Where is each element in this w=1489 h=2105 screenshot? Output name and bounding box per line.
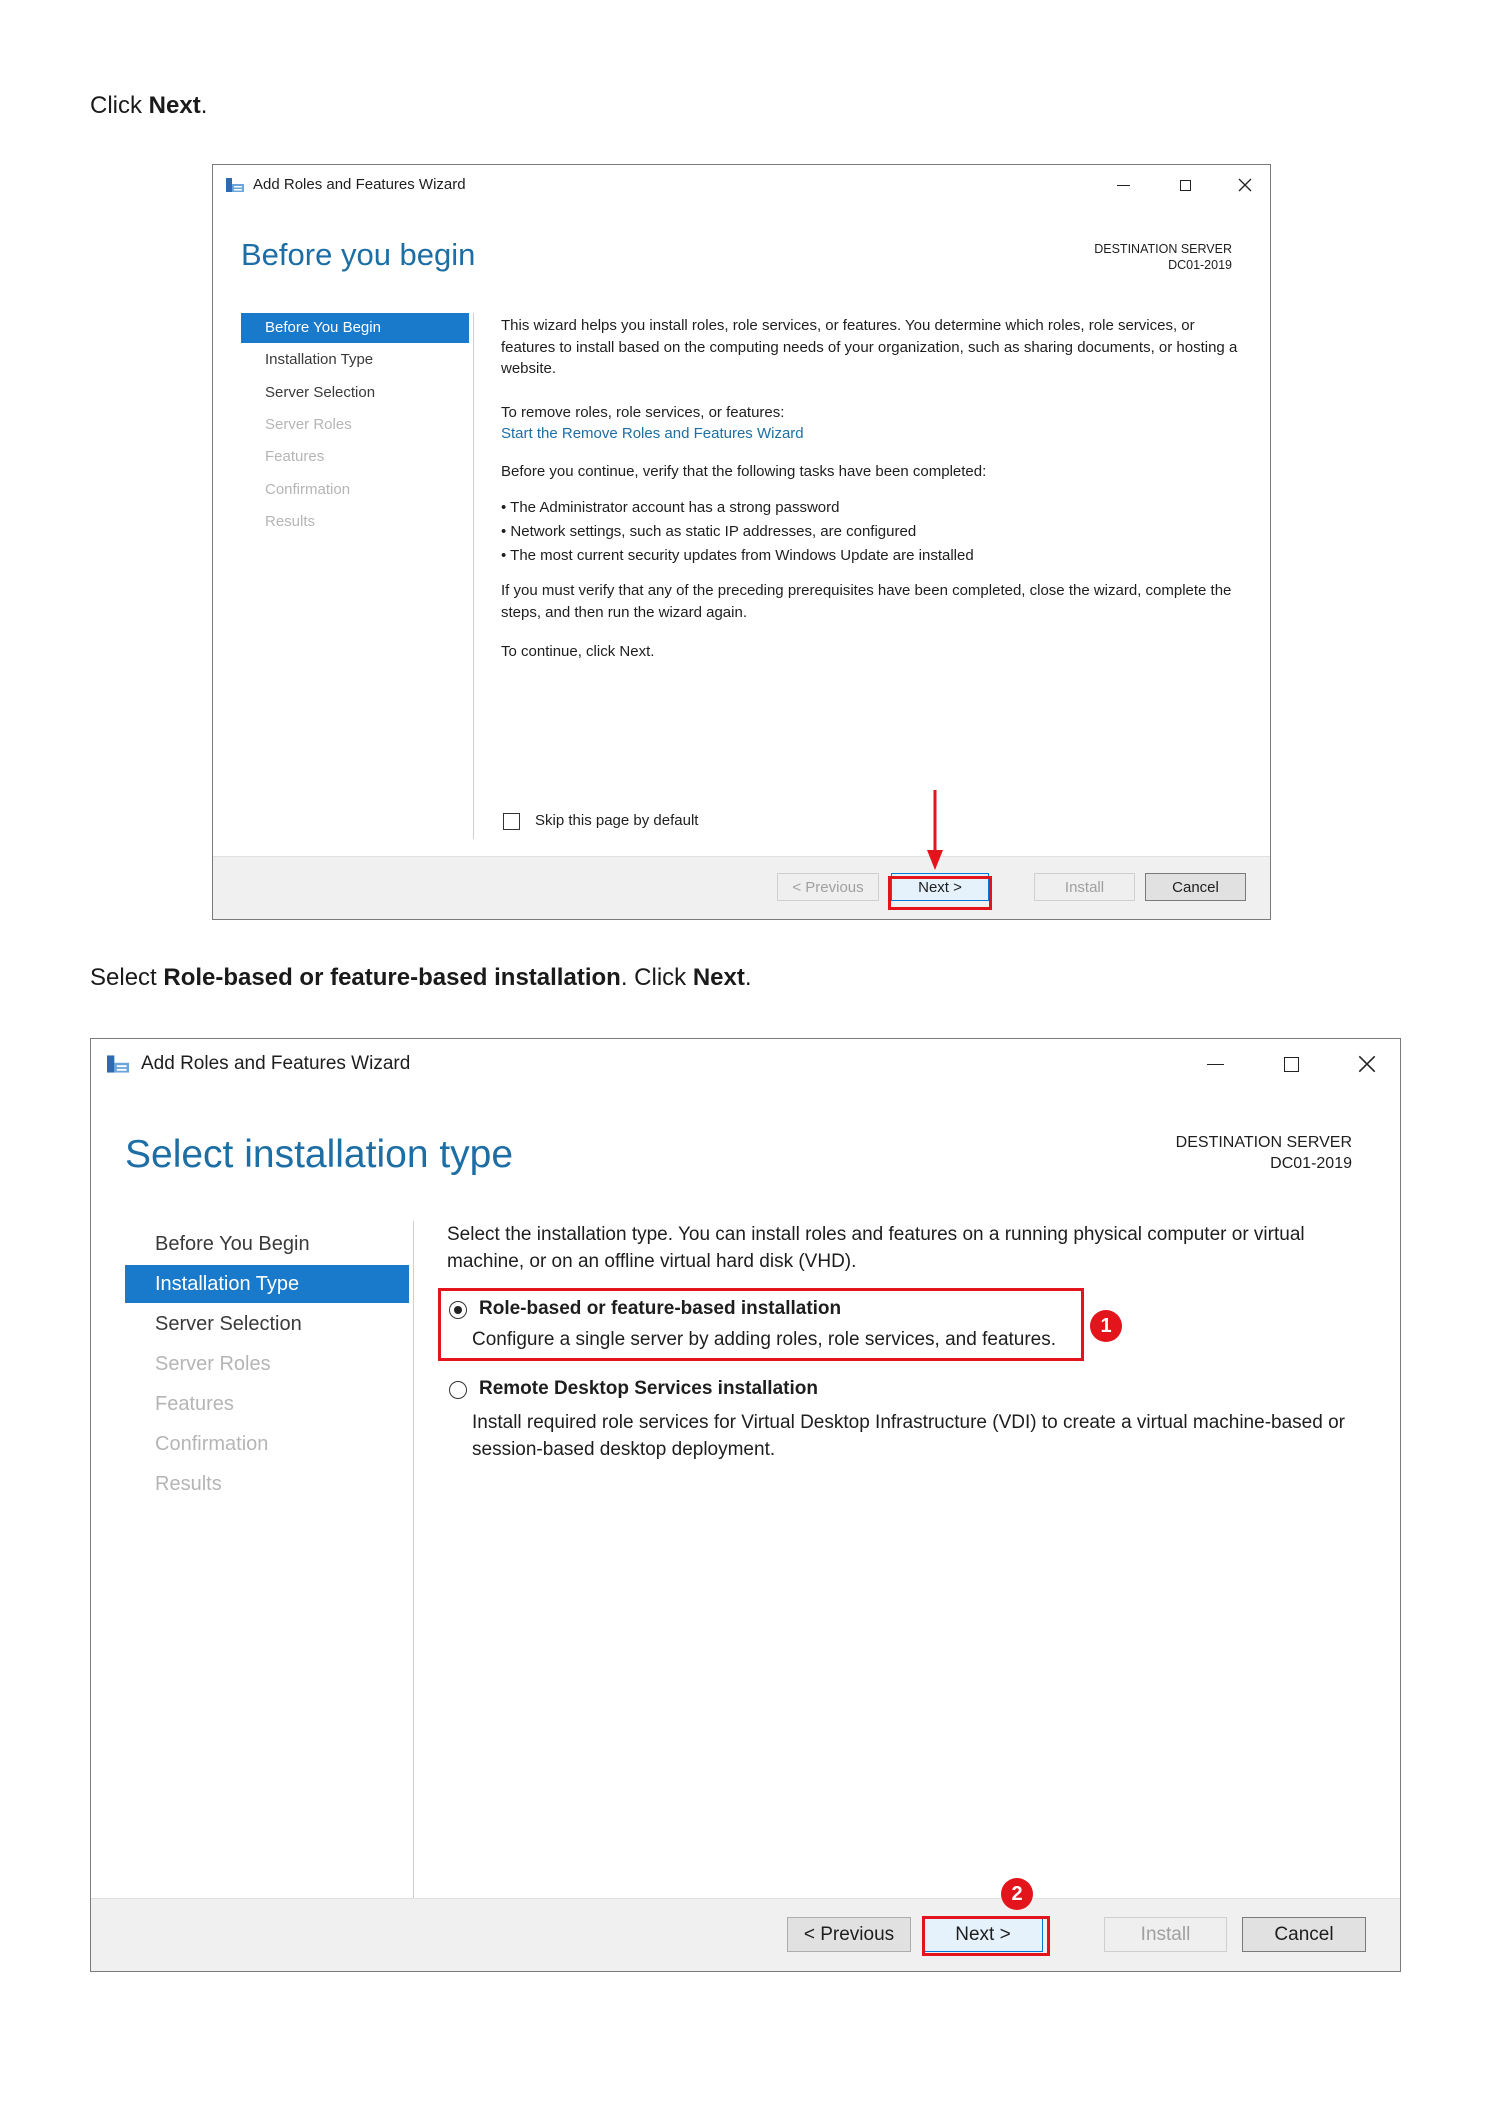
intro-text: Select the installation type. You can in…: [447, 1224, 1305, 1272]
content-area: Select the installation type. You can in…: [447, 1221, 1377, 1275]
minimize-icon: [1206, 1063, 1224, 1065]
prereq-list: • The Administrator account has a strong…: [501, 496, 1241, 568]
sidebar-item-server-selection[interactable]: Server Selection: [241, 378, 469, 408]
page-title: Before you begin: [241, 237, 476, 272]
step-badge-2: 2: [1001, 1878, 1033, 1910]
minimize-button[interactable]: [1189, 1045, 1241, 1083]
page-title: Select installation type: [125, 1133, 514, 1176]
close-icon: [1358, 1055, 1376, 1073]
step-badge-1: 1: [1090, 1310, 1122, 1342]
prereq-text: If you must verify that any of the prece…: [501, 582, 1232, 621]
list-item: • Network settings, such as static IP ad…: [501, 523, 917, 540]
server-manager-icon: [107, 1055, 129, 1073]
sidebar-item-before-you-begin[interactable]: Before You Begin: [241, 313, 469, 343]
remote-desktop-radio[interactable]: [449, 1381, 467, 1399]
minimize-button[interactable]: [1101, 169, 1145, 201]
divider: [413, 1221, 414, 1905]
remove-wizard-link[interactable]: Start the Remove Roles and Features Wiza…: [501, 425, 804, 442]
maximize-icon: [1179, 179, 1191, 191]
sidebar-item-server-roles: Server Roles: [265, 415, 352, 433]
highlight-next-button-step-1: [888, 876, 992, 910]
arrow-annotation: [927, 790, 943, 870]
skip-page-label: Skip this page by default: [535, 812, 699, 829]
server-manager-icon: [226, 178, 244, 192]
destination-label: DESTINATION SERVER: [1094, 242, 1232, 256]
cancel-button[interactable]: Cancel: [1242, 1917, 1366, 1952]
sidebar-item-confirmation: Confirmation: [265, 480, 351, 498]
sidebar-item-features: Features: [155, 1393, 234, 1415]
title-bar: Add Roles and Features Wizard: [91, 1039, 1400, 1089]
minimize-icon: [1116, 184, 1130, 186]
wizard-window-before-you-begin: Add Roles and Features Wizard Before you…: [212, 164, 1271, 920]
intro-text: This wizard helps you install roles, rol…: [501, 317, 1238, 377]
sidebar-item-server-roles: Server Roles: [155, 1353, 271, 1375]
instruction-step-2: Select Role-based or feature-based insta…: [90, 964, 752, 991]
close-icon: [1238, 178, 1252, 192]
divider: [473, 313, 474, 839]
sidebar-item-confirmation: Confirmation: [155, 1433, 269, 1455]
destination-server: DESTINATION SERVER DC01-2019: [1094, 241, 1232, 274]
highlight-next-button-step-2: [922, 1916, 1050, 1956]
destination-server-name: DC01-2019: [1168, 258, 1232, 273]
wizard-footer: < Previous Next > Install Cancel: [213, 856, 1270, 919]
install-button[interactable]: Install: [1104, 1917, 1227, 1952]
previous-button[interactable]: < Previous: [777, 873, 879, 901]
maximize-button[interactable]: [1265, 1045, 1317, 1083]
remove-label: To remove roles, role services, or featu…: [501, 403, 785, 421]
maximize-icon: [1283, 1056, 1299, 1072]
content-area: This wizard helps you install roles, rol…: [501, 315, 1241, 663]
sidebar-item-installation-type[interactable]: Installation Type: [241, 345, 469, 375]
list-item: • The Administrator account has a strong…: [501, 499, 840, 516]
skip-page-checkbox[interactable]: [503, 813, 520, 830]
close-button[interactable]: [1341, 1045, 1393, 1083]
sidebar-item-features: Features: [265, 448, 325, 466]
sidebar-item-results: Results: [265, 512, 316, 530]
destination-server-name: DC01-2019: [1270, 1154, 1352, 1172]
sidebar-item-installation-type[interactable]: Installation Type: [125, 1265, 409, 1303]
instruction-step-1: Click Next.: [90, 92, 208, 119]
list-item: • The most current security updates from…: [501, 547, 974, 564]
remote-desktop-desc: Install required role services for Virtu…: [472, 1412, 1345, 1460]
remote-desktop-title: Remote Desktop Services installation: [479, 1378, 818, 1399]
verify-text: Before you continue, verify that the fol…: [501, 462, 987, 480]
sidebar-item-server-selection[interactable]: Server Selection: [125, 1305, 409, 1343]
previous-button[interactable]: < Previous: [787, 1917, 911, 1952]
destination-label: DESTINATION SERVER: [1175, 1134, 1352, 1151]
cancel-button[interactable]: Cancel: [1145, 873, 1246, 901]
close-button[interactable]: [1223, 169, 1267, 201]
window-title: Add Roles and Features Wizard: [253, 176, 466, 193]
highlight-role-based-option: [438, 1288, 1084, 1361]
wizard-footer: < Previous Next > Install Cancel: [91, 1898, 1400, 1971]
sidebar-item-results: Results: [155, 1473, 222, 1495]
maximize-button[interactable]: [1163, 169, 1207, 201]
destination-server: DESTINATION SERVER DC01-2019: [1176, 1133, 1352, 1175]
continue-text: To continue, click Next.: [501, 643, 655, 660]
install-button[interactable]: Install: [1034, 873, 1135, 901]
wizard-window-installation-type: Add Roles and Features Wizard Select ins…: [90, 1038, 1401, 1972]
title-bar: Add Roles and Features Wizard: [213, 165, 1270, 205]
sidebar-item-before-you-begin[interactable]: Before You Begin: [125, 1225, 409, 1263]
window-title: Add Roles and Features Wizard: [141, 1053, 411, 1074]
